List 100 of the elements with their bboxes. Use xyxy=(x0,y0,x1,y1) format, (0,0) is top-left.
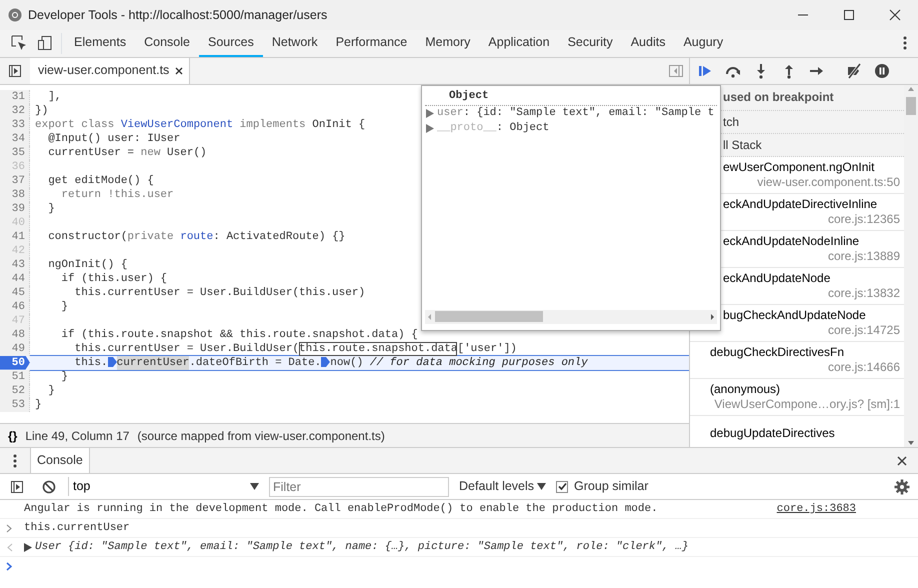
levels-dropdown[interactable]: Default levels xyxy=(455,477,550,496)
device-icon xyxy=(37,35,53,51)
code-text: constructor( xyxy=(47,230,128,244)
line-number: 49 xyxy=(0,342,30,356)
code-text: get editMode() { xyxy=(47,174,154,188)
line-number: 53 xyxy=(0,398,30,412)
drawer-tab[interactable]: Console xyxy=(30,448,90,473)
line-number: 41 xyxy=(0,230,30,244)
line-number: 31 xyxy=(0,90,30,104)
code-text: this.currentUser = User.BuildUser( xyxy=(74,342,300,356)
line-number: 48 xyxy=(0,328,30,342)
code-keyword: export class xyxy=(35,118,116,132)
panel-tab[interactable]: Augury xyxy=(674,30,732,57)
cursor-icon xyxy=(11,35,27,51)
log-message: Angular is running in the development mode. Call enableProdMode() to enable the production mode. xyxy=(24,502,658,517)
code-text: now() xyxy=(330,356,364,370)
code-keyword: private xyxy=(127,230,175,244)
window-title: Developer Tools - http://localhost:5000/manager/users xyxy=(28,6,328,24)
scrollbar[interactable] xyxy=(904,84,918,447)
pretty-print-button[interactable]: {} xyxy=(8,426,18,444)
source-link[interactable]: core.js:3683 xyxy=(776,500,856,518)
code-text: User() xyxy=(166,146,207,160)
source-map-note: (source mapped from view-user.component.ts) xyxy=(137,428,385,444)
line-number: 45 xyxy=(0,286,30,300)
console-result[interactable]: User {id: "Sample text", email: "Sample text", name: {…}, picture: "Sample text", role: "clerk", …} xyxy=(35,538,689,556)
line-number: 50 xyxy=(0,356,30,370)
line-number: 46 xyxy=(0,300,30,314)
code-text: } xyxy=(47,384,55,398)
line-number: 34 xyxy=(0,132,30,146)
panel-tab[interactable]: Console xyxy=(135,30,199,57)
line-number: 37 xyxy=(0,174,30,188)
code-text: ngOnInit() { xyxy=(47,258,128,272)
scroll-thumb[interactable] xyxy=(435,311,543,322)
checkmark-icon xyxy=(558,482,567,491)
sidebar-toggle-icon xyxy=(668,64,684,78)
kebab-menu-icon xyxy=(903,36,907,50)
code-text: currentUser = xyxy=(47,146,136,160)
dropdown-caret-icon xyxy=(537,483,546,490)
code-text: : ActivatedRoute) {} xyxy=(213,230,346,244)
dropdown-caret-icon xyxy=(250,483,259,490)
line-number: 52 xyxy=(0,384,30,398)
code-text: ['user']) xyxy=(457,342,517,356)
cursor-position: Line 49, Column 17 xyxy=(25,428,130,444)
code-text: ], xyxy=(47,90,62,104)
code-comment: // for data mocking purposes only xyxy=(370,356,588,370)
line-number: 33 xyxy=(0,118,30,132)
sidebar-toggle-icon xyxy=(8,64,22,78)
group-similar-checkbox[interactable]: Group similar xyxy=(556,477,648,496)
code-keyword: return !this.user xyxy=(60,188,174,202)
scrollbar[interactable] xyxy=(425,310,717,324)
clear-icon xyxy=(42,480,56,494)
code-text: this. xyxy=(74,356,108,370)
line-number: 43 xyxy=(0,258,30,272)
scroll-thumb[interactable] xyxy=(906,96,916,115)
code-keyword: new xyxy=(140,146,160,160)
code-text: }) xyxy=(35,104,48,118)
code-keyword: implements xyxy=(238,118,307,132)
highlighted-identifier: currentUser xyxy=(116,356,190,370)
panel-tab[interactable]: Application xyxy=(479,30,559,57)
panel-tab[interactable]: Memory xyxy=(416,30,480,57)
code-text: if (this.user) { xyxy=(60,272,168,286)
popover-title: Object xyxy=(425,86,717,106)
line-number: 39 xyxy=(0,202,30,216)
panel-tab[interactable]: Security xyxy=(558,30,622,57)
code-text: } xyxy=(35,398,42,412)
settings-icon xyxy=(894,478,910,494)
code-text: } xyxy=(60,300,68,314)
code-text: } xyxy=(47,202,55,216)
close-icon xyxy=(897,456,907,466)
close-icon xyxy=(175,66,184,75)
line-number: 44 xyxy=(0,272,30,286)
console-command: this.currentUser xyxy=(24,520,130,536)
line-number: 51 xyxy=(0,370,30,384)
code-text: @Input() user: IUser xyxy=(47,132,180,146)
file-tab[interactable]: view-user.component.ts xyxy=(30,58,190,84)
close-icon[interactable] xyxy=(888,9,902,21)
panel-tab[interactable]: Network xyxy=(262,30,327,57)
pause-icon xyxy=(874,62,890,79)
browser-icon xyxy=(8,8,22,22)
execution-marker-icon xyxy=(321,356,330,368)
panel-tab[interactable]: Elements xyxy=(65,30,136,57)
expand-arrow-icon xyxy=(24,542,32,552)
line-number: 35 xyxy=(0,146,30,160)
panel-tab[interactable]: Performance xyxy=(326,30,416,57)
prompt-chevron-icon xyxy=(6,562,13,571)
filter-field[interactable]: Filter xyxy=(269,476,449,496)
line-number: 32 xyxy=(0,104,30,118)
maximize-icon[interactable] xyxy=(842,9,856,21)
code-text: if (this.route.snapshot && this.route.snapshot.data) { xyxy=(60,328,418,342)
code-text: this.currentUser = User.BuildUser(this.user) xyxy=(74,286,366,300)
panel-tab[interactable]: Audits xyxy=(622,30,674,57)
code-identifier: ViewUserComponent xyxy=(120,118,234,132)
code-text: OnInit { xyxy=(312,118,366,132)
kebab-menu-icon xyxy=(13,454,17,468)
deactivate-breakpoints-icon xyxy=(846,62,862,79)
sidebar-toggle-icon xyxy=(10,480,24,494)
code-text: } xyxy=(60,370,68,384)
code-text: .dateOfBirth = Date. xyxy=(189,356,322,370)
code-identifier: route xyxy=(180,230,214,244)
context-selector[interactable]: top xyxy=(68,477,263,496)
